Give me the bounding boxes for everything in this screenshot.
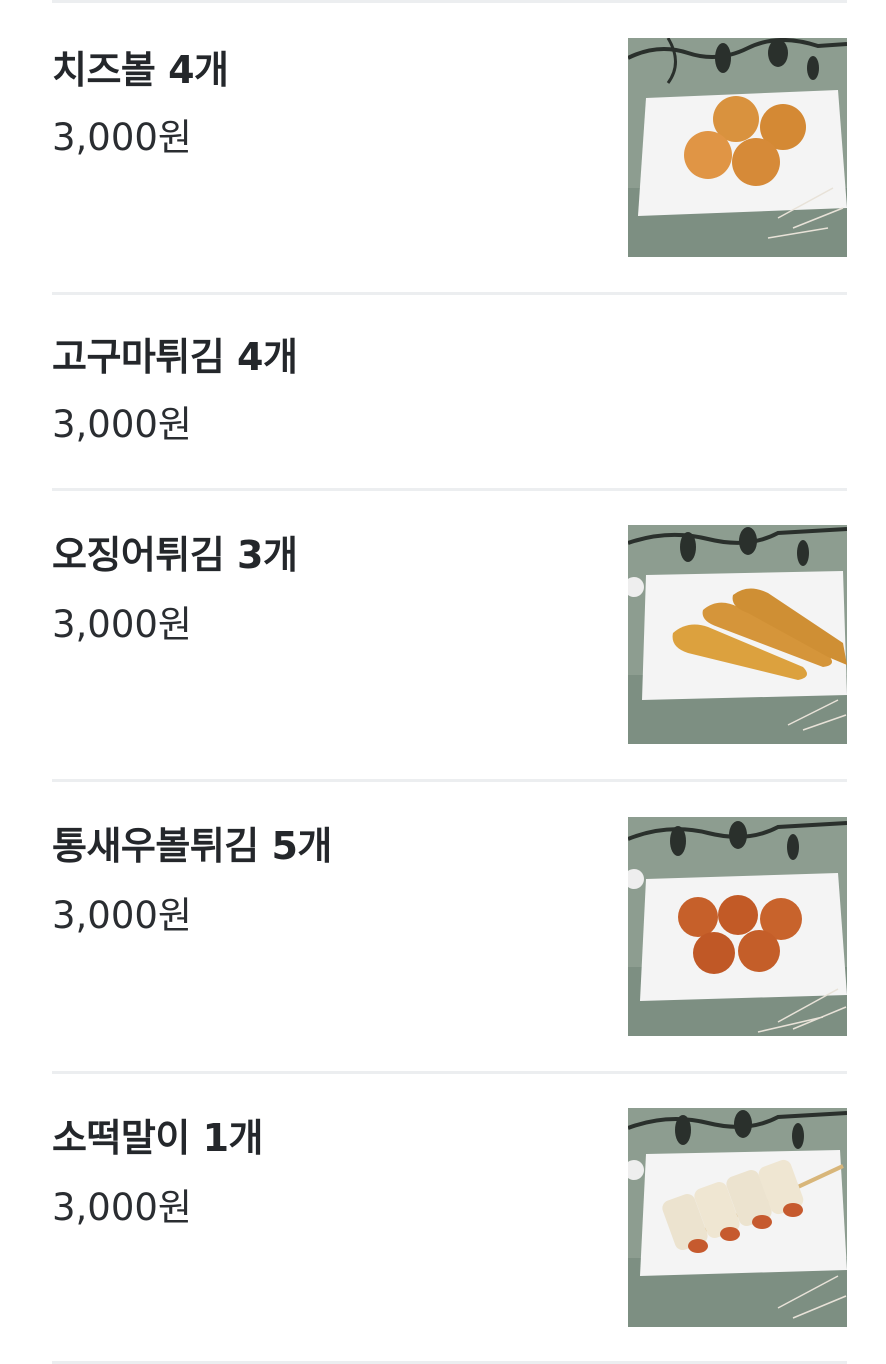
menu-item-cheese-balls[interactable]: 치즈볼 4개 3,000원 [52, 3, 847, 292]
menu-item-price: 3,000원 [52, 894, 192, 937]
menu-item-shrimp-balls[interactable]: 통새우볼튀김 5개 3,000원 [52, 782, 847, 1071]
menu-item-photo [628, 525, 847, 744]
menu-item-price: 3,000원 [52, 1186, 192, 1229]
menu-item-name: 고구마튀김 4개 [52, 335, 298, 379]
menu-item-photo [628, 817, 847, 1036]
menu-item-name: 치즈볼 4개 [52, 48, 229, 92]
menu-item-sweet-potato[interactable]: 고구마튀김 4개 3,000원 [52, 295, 847, 488]
menu-item-photo [628, 1108, 847, 1327]
menu-item-photo [628, 38, 847, 257]
menu-item-price: 3,000원 [52, 603, 192, 646]
menu-item-price: 3,000원 [52, 116, 192, 159]
menu-item-fried-squid[interactable]: 오징어튀김 3개 3,000원 [52, 491, 847, 780]
menu-item-name: 소떡말이 1개 [52, 1116, 263, 1160]
menu-item-sotteok-rolls[interactable]: 소떡말이 1개 3,000원 [52, 1074, 847, 1363]
menu-item-name: 오징어튀김 3개 [52, 533, 298, 577]
menu-item-name: 통새우볼튀김 5개 [52, 824, 332, 868]
menu-item-price: 3,000원 [52, 403, 192, 446]
